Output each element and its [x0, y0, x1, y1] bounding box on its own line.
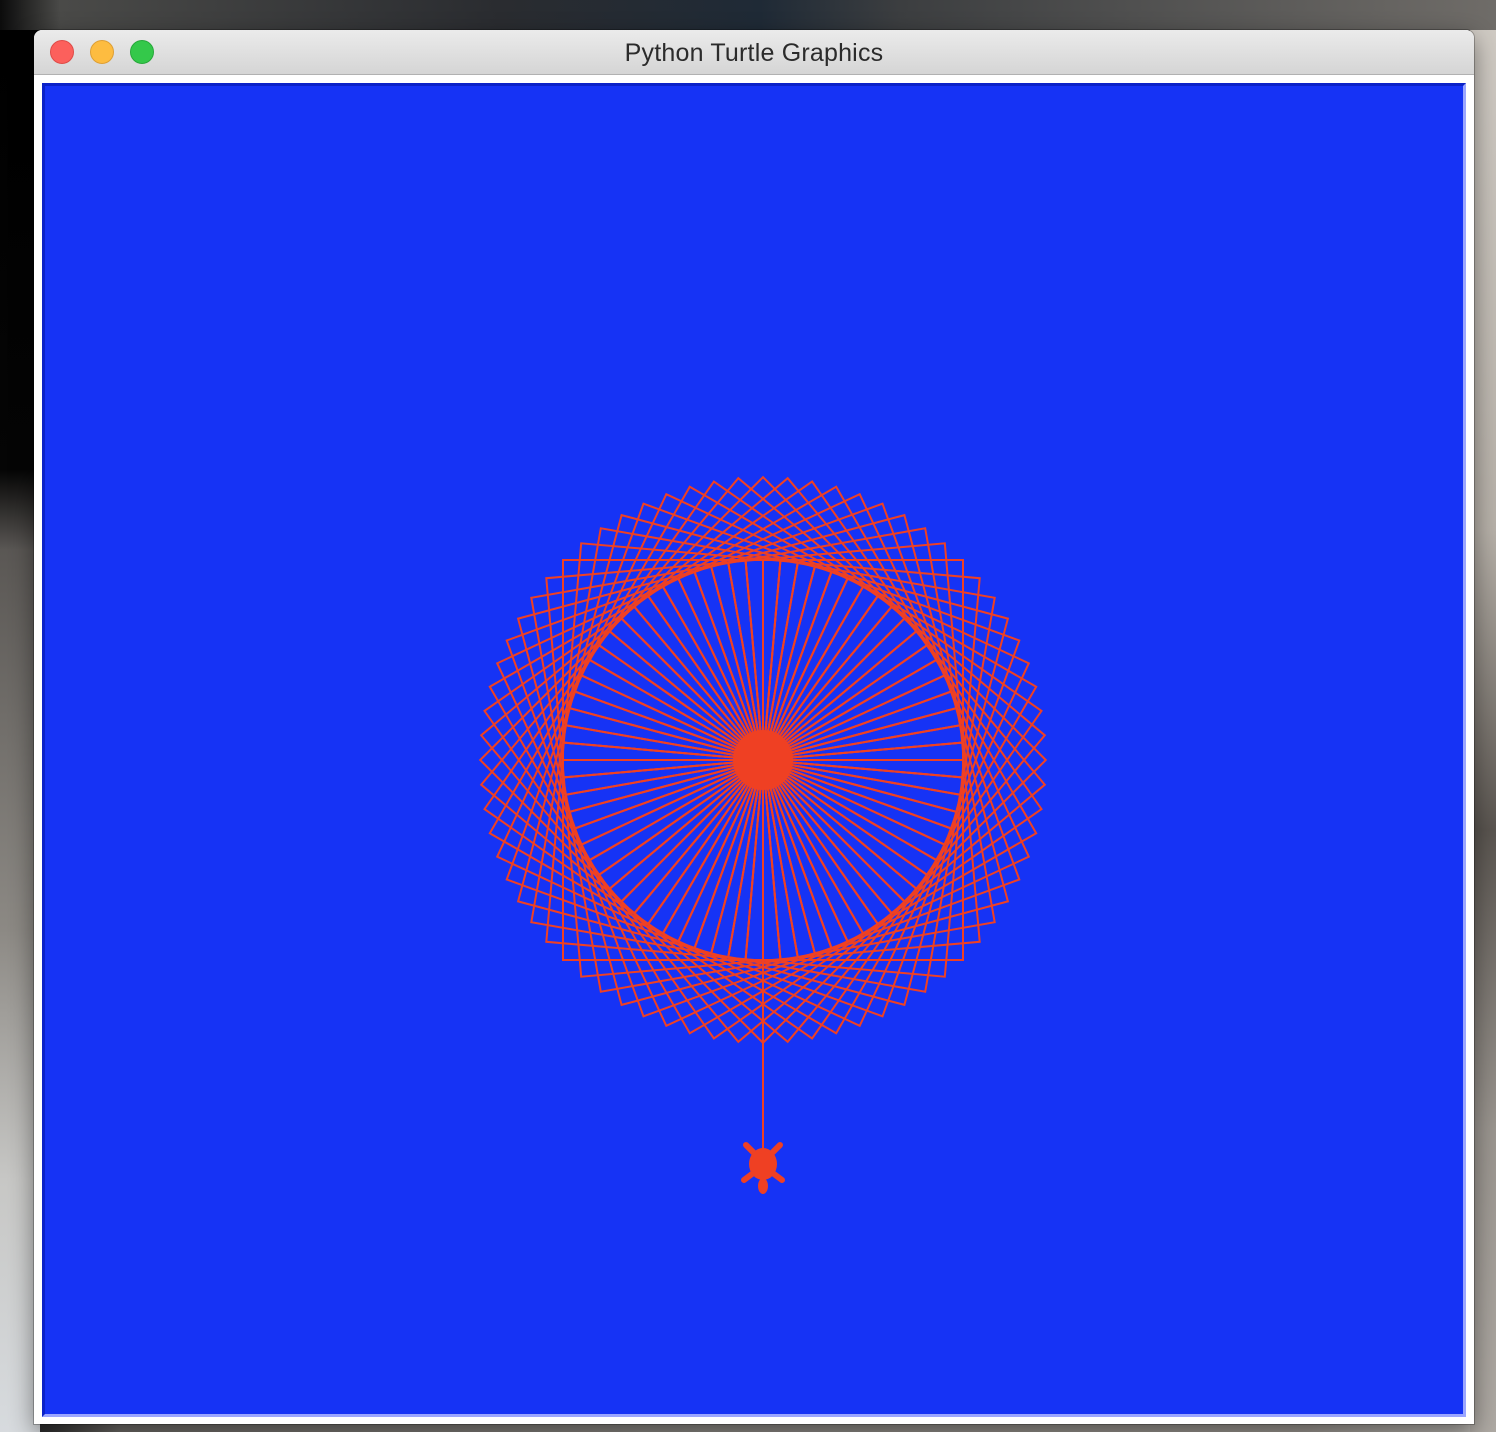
- turtle-canvas[interactable]: [45, 86, 1463, 1414]
- window-title: Python Turtle Graphics: [624, 39, 884, 67]
- window-titlebar[interactable]: Python Turtle Graphics: [34, 30, 1474, 75]
- turtle-window: Python Turtle Graphics: [34, 30, 1474, 1424]
- turtle-drawing: [45, 86, 1463, 1414]
- canvas-frame: [42, 83, 1466, 1417]
- window-content: [34, 75, 1474, 1424]
- turtle-part: [758, 1178, 768, 1194]
- center-blob: [733, 730, 793, 790]
